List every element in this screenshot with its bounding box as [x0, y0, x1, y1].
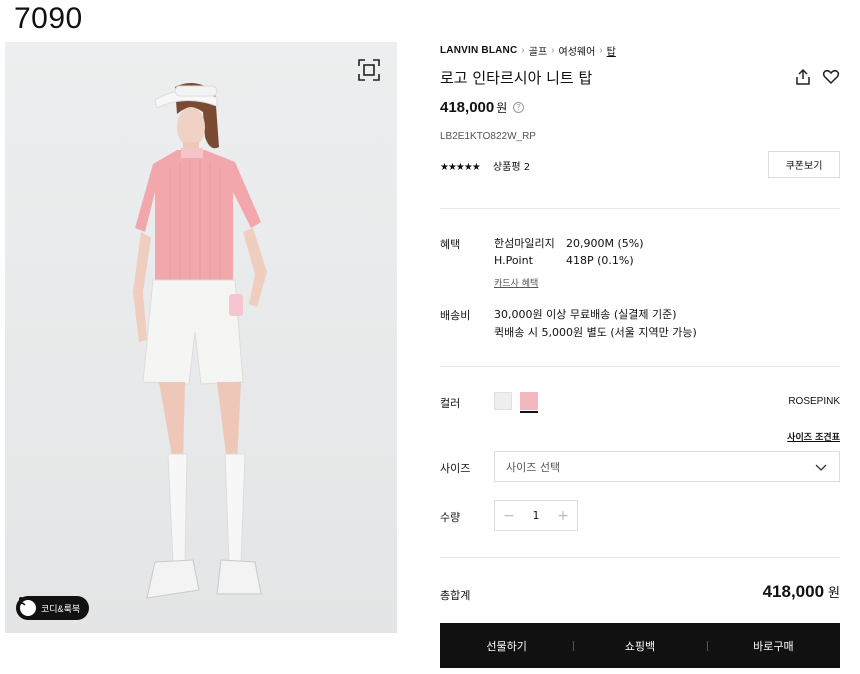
price-unit: 원 — [496, 100, 508, 115]
product-info: LANVIN BLANC › 골프 › 여성웨어 › 탑 로고 인타르시아 니트… — [440, 42, 840, 178]
shopping-bag-button[interactable]: 쇼핑백 — [573, 638, 706, 654]
color-label: 컬러 — [440, 397, 461, 410]
benefit-name: H.Point — [494, 254, 533, 267]
chevron-right-icon: › — [551, 44, 555, 56]
total-label: 총합계 — [440, 589, 471, 602]
benefit-value: 418P (0.1%) — [566, 254, 634, 267]
action-bar: 선물하기 쇼핑백 바로구매 — [440, 623, 840, 668]
breadcrumb-item-top[interactable]: 탑 — [607, 43, 616, 58]
quantity-value[interactable]: 1 — [533, 509, 540, 522]
color-swatch-rosepink[interactable] — [520, 392, 538, 413]
shipping-info: 30,000원 이상 무료배송 (실결제 기준) 퀵배송 시 5,000원 별도… — [494, 306, 697, 342]
product-title: 로고 인타르시아 니트 탑 — [440, 68, 593, 87]
breadcrumb-brand[interactable]: LANVIN BLANC — [440, 45, 517, 56]
benefit-value: 20,900M (5%) — [566, 237, 644, 250]
product-code: LB2E1KTO822W_RP — [440, 131, 536, 142]
card-benefit-link[interactable]: 카드사 혜택 — [494, 276, 538, 289]
buy-now-button[interactable]: 바로구매 — [706, 638, 840, 654]
total-price: 418,000 원 — [763, 582, 840, 602]
benefit-list: 한섬마일리지 20,900M (5%) H.Point 418P (0.1%) — [494, 235, 644, 269]
chevron-right-icon: › — [599, 44, 603, 56]
model-illustration — [5, 42, 397, 633]
coordi-label: 코디&룩북 — [41, 603, 81, 614]
coordi-lookbook-button[interactable]: 코디&룩북 — [16, 596, 90, 620]
person-icon — [16, 597, 36, 616]
gift-button[interactable]: 선물하기 — [440, 638, 573, 654]
coupon-button[interactable]: 쿠폰보기 — [768, 151, 840, 178]
quantity-plus-button[interactable]: + — [555, 508, 571, 524]
benefit-label: 혜택 — [440, 238, 461, 251]
size-select-placeholder: 사이즈 선택 — [506, 460, 561, 474]
divider — [440, 208, 840, 209]
quantity-minus-button[interactable]: − — [501, 508, 517, 524]
size-label: 사이즈 — [440, 462, 471, 475]
product-price: 418,000 — [440, 98, 495, 116]
shipping-line: 30,000원 이상 무료배송 (실결제 기준) — [494, 308, 677, 321]
size-select[interactable]: 사이즈 선택 — [494, 451, 840, 482]
selected-color-name: ROSEPINK — [788, 396, 840, 407]
product-image[interactable]: 코디&룩북 — [5, 42, 397, 633]
benefit-name: 한섬마일리지 — [494, 237, 555, 250]
shipping-label: 배송비 — [440, 309, 471, 322]
chevron-right-icon: › — [521, 44, 525, 56]
breadcrumb: LANVIN BLANC › 골프 › 여성웨어 › 탑 — [440, 42, 840, 58]
quantity-stepper: − 1 + — [494, 500, 578, 531]
quantity-label: 수량 — [440, 511, 461, 524]
review-count-link[interactable]: 상품평 2 — [493, 162, 530, 173]
breadcrumb-item-golf[interactable]: 골프 — [529, 43, 547, 58]
share-icon[interactable] — [794, 68, 812, 86]
page-id-label: 7090 — [14, 2, 83, 35]
divider — [440, 557, 840, 558]
shipping-line: 퀵배송 시 5,000원 별도 (서울 지역만 가능) — [494, 326, 697, 339]
color-swatch-white[interactable] — [494, 392, 512, 410]
divider — [440, 366, 840, 367]
breadcrumb-item-womens[interactable]: 여성웨어 — [559, 43, 596, 58]
help-icon[interactable]: ? — [513, 101, 525, 113]
expand-icon[interactable] — [357, 58, 381, 82]
chevron-down-icon — [815, 461, 827, 473]
total-price-unit: 원 — [828, 585, 840, 600]
total-price-value: 418,000 — [762, 582, 825, 601]
heart-icon[interactable] — [822, 68, 840, 86]
star-rating: ★★★★★ — [440, 162, 481, 173]
size-guide-link[interactable]: 사이즈 조견표 — [787, 430, 840, 443]
